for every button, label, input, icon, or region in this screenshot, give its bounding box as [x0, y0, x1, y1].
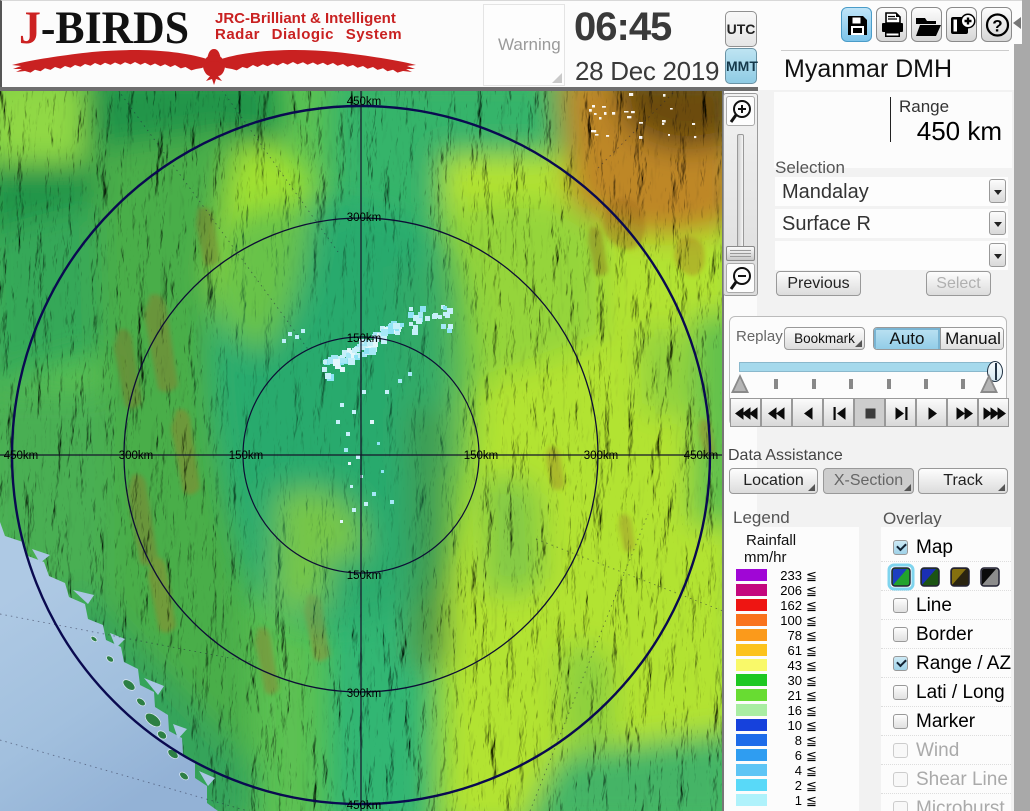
svg-text:450km: 450km [4, 450, 39, 462]
svg-text:300km: 300km [347, 212, 382, 224]
svg-text:300km: 300km [119, 450, 154, 462]
svg-text:450km: 450km [347, 800, 382, 811]
svg-text:150km: 150km [347, 333, 382, 345]
svg-text:?: ? [992, 17, 1002, 36]
svg-text:450km: 450km [347, 96, 382, 108]
svg-text:300km: 300km [347, 688, 382, 700]
svg-text:150km: 150km [347, 570, 382, 582]
svg-text:450km: 450km [684, 450, 719, 462]
svg-text:150km: 150km [464, 450, 499, 462]
svg-text:150km: 150km [229, 450, 264, 462]
svg-text:300km: 300km [584, 450, 619, 462]
